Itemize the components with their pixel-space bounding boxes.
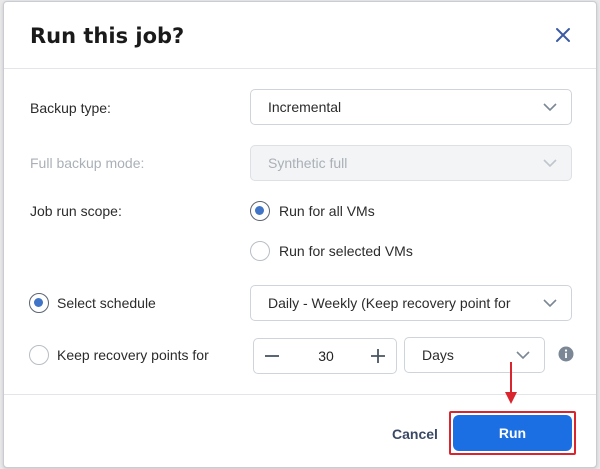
quantity-stepper: 30 bbox=[253, 338, 397, 374]
full-backup-mode-select: Synthetic full bbox=[250, 145, 572, 181]
radio-run-selected-vms[interactable] bbox=[250, 241, 270, 261]
info-icon[interactable] bbox=[558, 346, 574, 362]
full-backup-mode-label: Full backup mode: bbox=[30, 155, 145, 171]
schedule-value: Daily - Weekly (Keep recovery point for bbox=[268, 295, 511, 311]
chevron-down-icon bbox=[543, 103, 557, 112]
run-all-vms-label: Run for all VMs bbox=[279, 203, 375, 219]
keep-unit-select[interactable]: Days bbox=[404, 337, 545, 373]
radio-select-schedule[interactable] bbox=[29, 293, 49, 313]
minus-icon[interactable] bbox=[254, 339, 290, 373]
select-schedule-label: Select schedule bbox=[57, 295, 156, 311]
full-backup-mode-value: Synthetic full bbox=[268, 155, 348, 171]
dialog-title: Run this job? bbox=[30, 24, 185, 48]
chevron-down-icon bbox=[516, 351, 530, 360]
keep-count-input[interactable]: 30 bbox=[290, 339, 362, 373]
backup-type-label: Backup type: bbox=[30, 100, 111, 116]
close-icon[interactable] bbox=[552, 24, 574, 46]
backup-type-value: Incremental bbox=[268, 99, 342, 115]
dialog-header: Run this job? bbox=[4, 2, 596, 69]
backup-type-select[interactable]: Incremental bbox=[250, 89, 572, 125]
chevron-down-icon bbox=[543, 159, 557, 168]
chevron-down-icon bbox=[543, 299, 557, 308]
schedule-select[interactable]: Daily - Weekly (Keep recovery point for bbox=[250, 285, 572, 321]
run-job-dialog: Run this job? Backup type: Incremental F… bbox=[3, 1, 597, 468]
job-run-scope-label: Job run scope: bbox=[30, 203, 122, 219]
keep-recovery-label: Keep recovery points for bbox=[57, 347, 209, 363]
arrow-down-icon bbox=[505, 362, 517, 404]
keep-unit-value: Days bbox=[422, 347, 454, 363]
radio-run-all-vms[interactable] bbox=[250, 201, 270, 221]
plus-icon[interactable] bbox=[360, 339, 396, 373]
run-button[interactable]: Run bbox=[453, 415, 572, 451]
cancel-button[interactable]: Cancel bbox=[382, 422, 448, 446]
radio-keep-recovery-points[interactable] bbox=[29, 345, 49, 365]
run-selected-vms-label: Run for selected VMs bbox=[279, 243, 413, 259]
